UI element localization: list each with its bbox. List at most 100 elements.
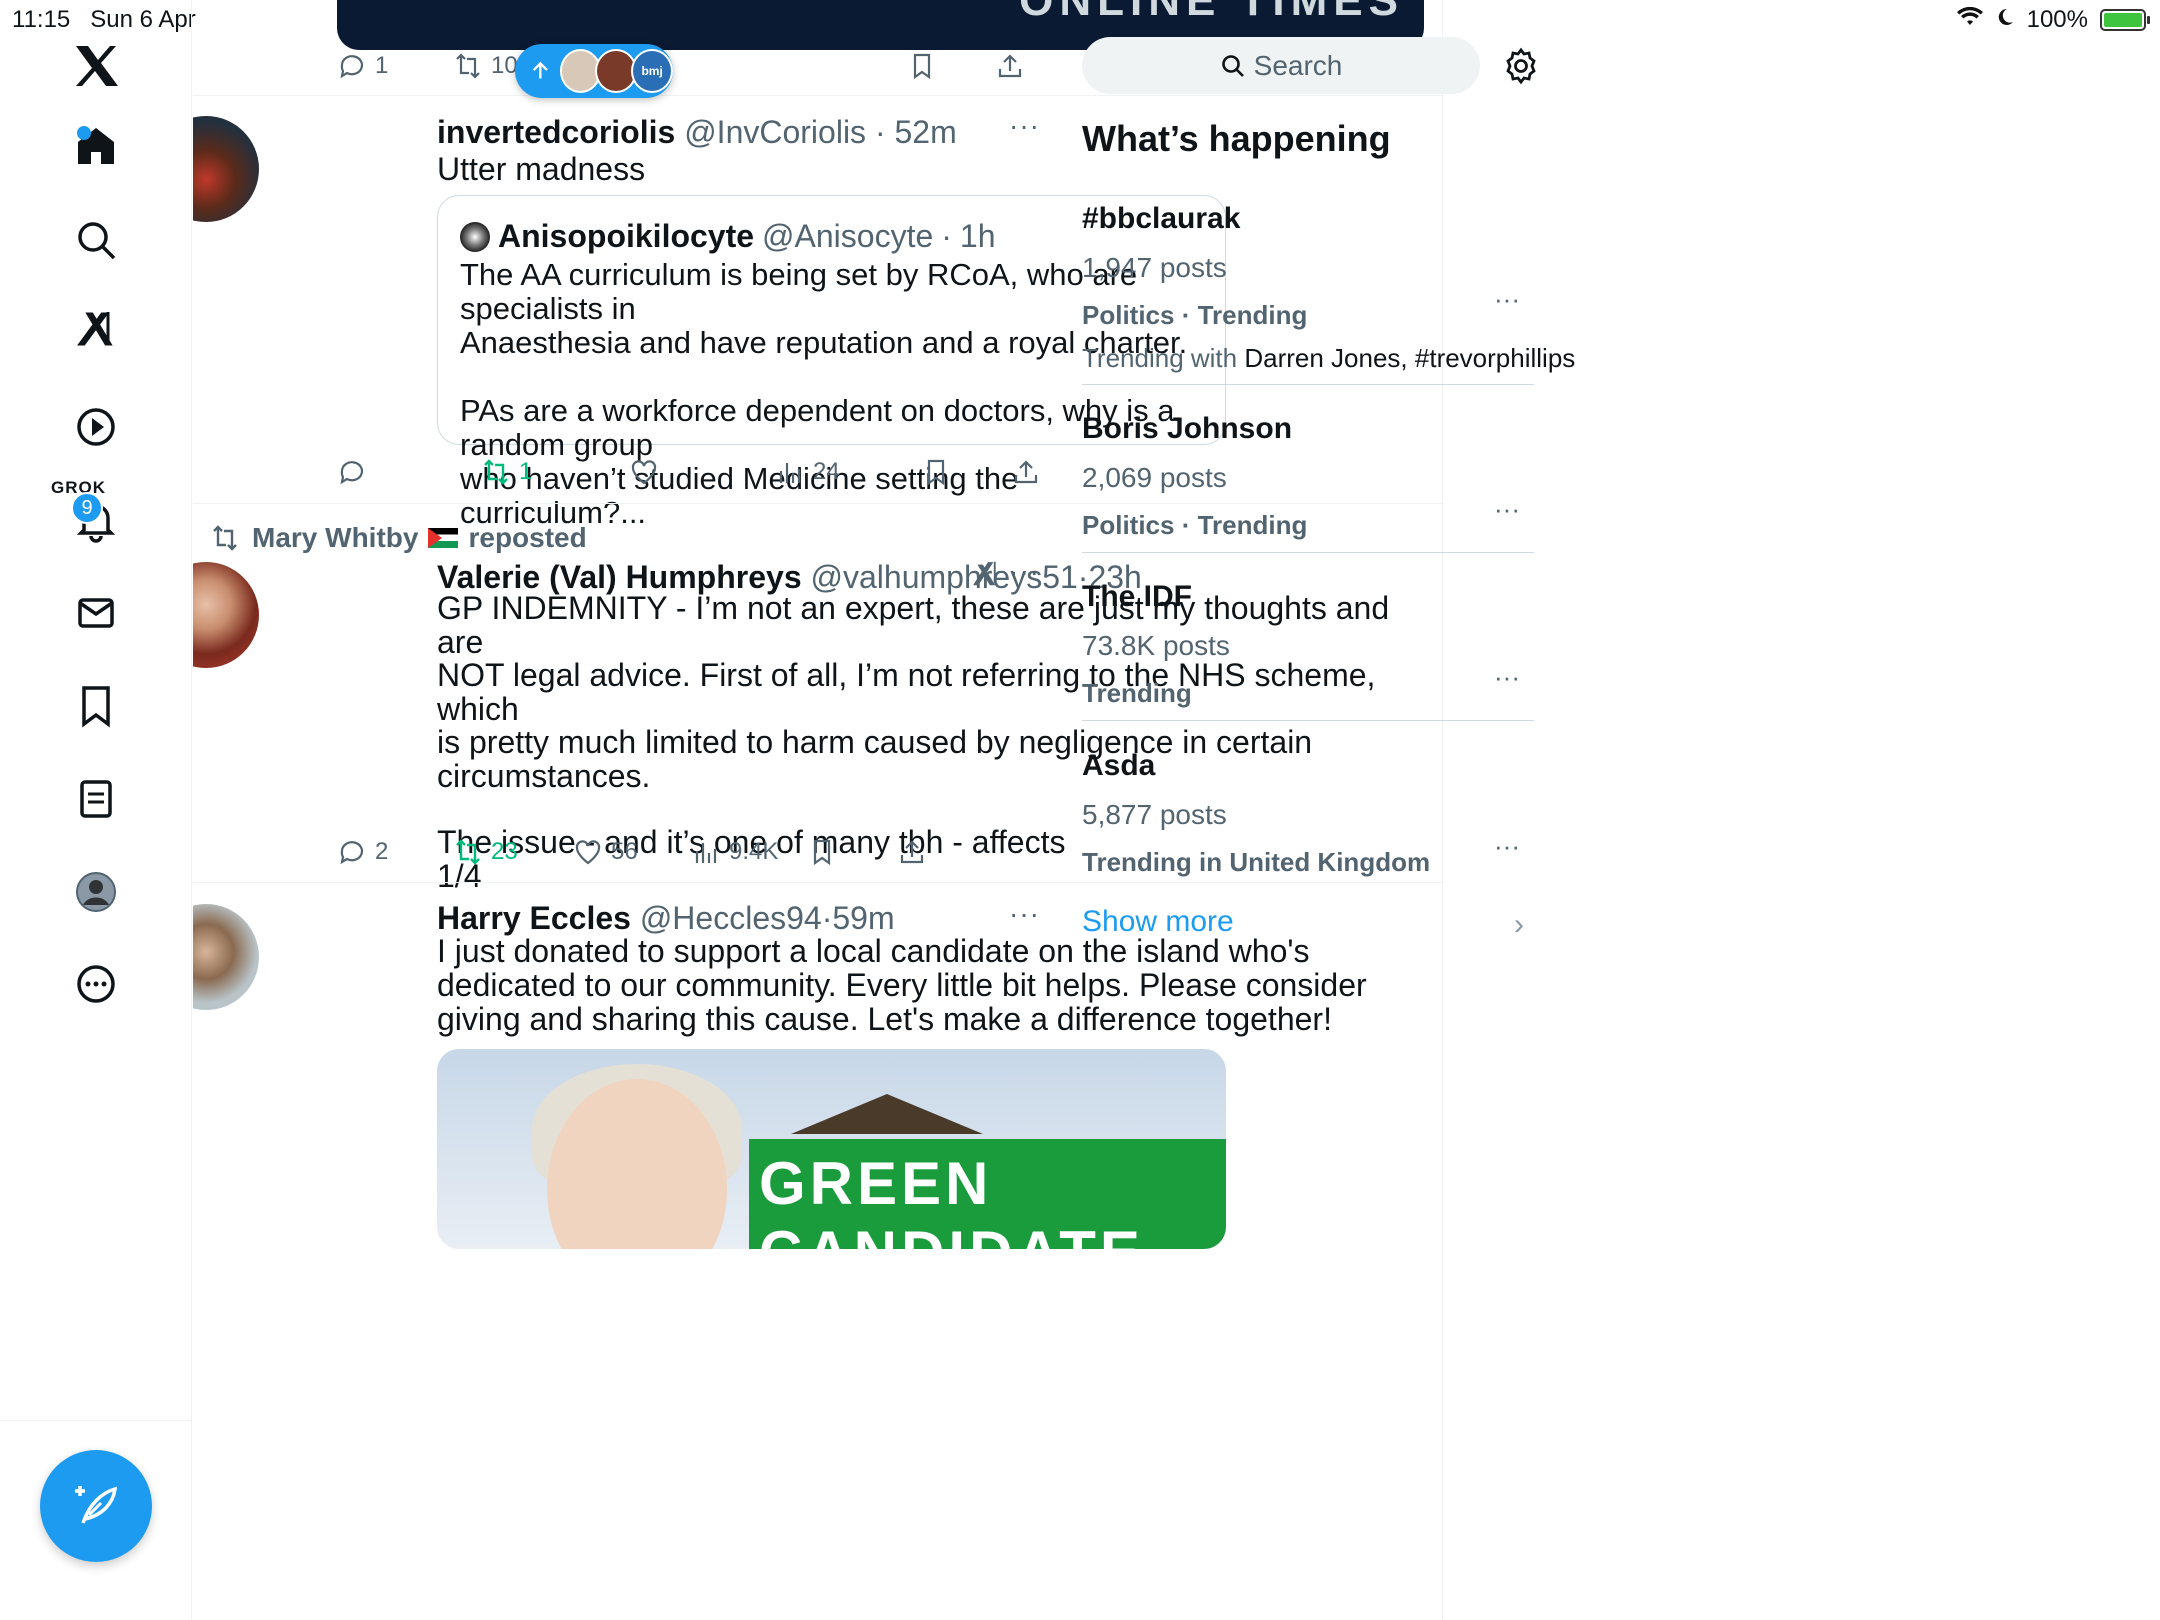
reply-button[interactable] — [337, 457, 367, 487]
trend-item[interactable]: #bbclaurak 1,947 posts Politics · Trendi… — [1082, 202, 1575, 374]
chevron-right-icon[interactable]: › — [1514, 908, 1524, 942]
like-button[interactable] — [629, 457, 659, 487]
trend-name: Asda — [1082, 749, 1156, 782]
bookmark-button[interactable] — [907, 51, 937, 81]
more-icon[interactable]: ··· — [1009, 110, 1040, 142]
search-icon — [1221, 54, 1244, 77]
battery-icon — [2100, 9, 2150, 31]
search-nav-icon[interactable] — [62, 206, 130, 274]
trend-name: #bbclaurak — [1082, 202, 1241, 235]
author-handle[interactable]: @InvCoriolis — [684, 114, 866, 150]
show-more-link[interactable]: Show more — [1082, 905, 1234, 939]
reply-button[interactable]: 1 — [337, 51, 388, 81]
author-handle[interactable]: @Heccles94 — [640, 900, 822, 936]
repost-button[interactable]: 10 — [453, 51, 518, 81]
repost-count: 23 — [491, 838, 518, 865]
feather-plus-icon — [75, 1486, 118, 1524]
compose-post-button[interactable] — [40, 1450, 152, 1562]
trend-divider — [1082, 552, 1534, 553]
grok-icon[interactable] — [62, 296, 130, 364]
bookmark-button[interactable] — [807, 837, 837, 867]
repost-icon — [456, 839, 480, 865]
home-icon[interactable] — [62, 112, 130, 180]
bookmark-button[interactable] — [921, 457, 951, 487]
trend-more-icon[interactable]: ··· — [1494, 831, 1520, 862]
heart-icon — [575, 840, 601, 865]
moon-icon — [1995, 6, 2015, 34]
more-icon[interactable]: ··· — [1009, 556, 1040, 588]
share-button[interactable] — [1011, 457, 1041, 487]
avatar[interactable] — [193, 562, 259, 668]
video-icon[interactable] — [62, 393, 130, 461]
profile-avatar-icon[interactable] — [62, 858, 130, 926]
arrow-up-icon — [532, 61, 548, 79]
reply-button[interactable]: 2 — [337, 837, 388, 867]
like-button[interactable]: 56 — [573, 837, 638, 867]
wifi-icon — [1956, 6, 1983, 34]
trend-item[interactable]: The IDF 73.8K posts Trending ··· — [1082, 580, 1534, 709]
media-roof — [791, 1094, 983, 1134]
views-button[interactable]: 9.4K — [691, 837, 778, 867]
media-banner: GREEN CANDIDATE — [749, 1139, 1226, 1249]
trend-more-icon[interactable]: ··· — [1494, 494, 1520, 525]
palestine-flag-icon — [428, 528, 459, 548]
trend-count: 2,069 posts — [1082, 462, 1227, 493]
post-divider — [193, 95, 1442, 96]
reply-icon — [340, 841, 364, 865]
left-nav: GROK 9 — [0, 0, 192, 1620]
views-count: 9.4K — [729, 838, 779, 865]
share-icon — [998, 54, 1022, 78]
avatar[interactable] — [193, 904, 259, 1010]
post-media-image[interactable]: GREEN CANDIDATE — [437, 1049, 1226, 1249]
analytics-icon — [779, 463, 801, 483]
share-button[interactable] — [995, 51, 1025, 81]
trend-more-icon[interactable]: ··· — [1494, 284, 1520, 315]
share-button[interactable] — [897, 837, 927, 867]
messages-icon[interactable] — [62, 579, 130, 647]
repost-button[interactable]: 23 — [453, 837, 518, 867]
repost-count: 10 — [491, 52, 518, 79]
more-icon[interactable]: ··· — [1009, 898, 1040, 930]
like-count: 56 — [611, 838, 638, 865]
analytics-icon — [695, 843, 717, 863]
home-notification-dot — [77, 126, 91, 140]
trend-category: Politics · Trending — [1082, 300, 1308, 330]
bookmarks-icon[interactable] — [62, 672, 130, 740]
reply-icon — [340, 55, 364, 79]
trend-name: The IDF — [1082, 580, 1192, 613]
author-name[interactable]: Harry Eccles — [437, 900, 631, 936]
share-icon — [900, 840, 924, 864]
more-options-icon[interactable] — [62, 950, 130, 1018]
search-input[interactable]: Search — [1082, 37, 1480, 94]
grok-explain-icon[interactable] — [971, 558, 1001, 593]
status-right: 100% — [1956, 6, 2150, 34]
lists-icon[interactable] — [62, 765, 130, 833]
bookmark-icon — [927, 459, 945, 486]
trend-item[interactable]: Asda 5,877 posts Trending in United King… — [1082, 749, 1534, 878]
author-name[interactable]: invertedcoriolis — [437, 114, 675, 150]
share-icon — [1014, 460, 1038, 484]
reposter-name: Mary Whitby — [252, 522, 419, 553]
trend-count: 73.8K posts — [1082, 630, 1230, 661]
views-button[interactable]: 24 — [775, 457, 840, 487]
trend-divider — [1082, 384, 1534, 385]
post-time[interactable]: 59m — [832, 900, 894, 936]
post-time[interactable]: 52m — [894, 114, 956, 150]
trend-item[interactable]: Boris Johnson 2,069 posts Politics · Tre… — [1082, 412, 1534, 541]
x-logo-icon[interactable] — [62, 32, 130, 100]
trend-count: 5,877 posts — [1082, 799, 1227, 830]
avatar[interactable] — [193, 116, 259, 222]
quote-time: 1h — [959, 218, 996, 254]
reply-count: 1 — [375, 52, 389, 79]
repost-count: 1 — [519, 458, 533, 485]
settings-gear-icon[interactable] — [1502, 47, 1540, 85]
repost-button[interactable]: 1 — [481, 457, 532, 487]
trend-name: Boris Johnson — [1082, 412, 1293, 445]
post-divider — [193, 882, 1442, 883]
new-posts-pill[interactable]: bmj — [515, 44, 674, 98]
repost-indicator[interactable]: Mary Whitby reposted — [208, 522, 587, 554]
whats-happening-title: What’s happening — [1082, 118, 1391, 159]
trend-category: Trending in United Kingdom — [1082, 847, 1431, 877]
post-text: I just donated to support a local candid… — [437, 933, 1367, 1037]
trend-more-icon[interactable]: ··· — [1494, 662, 1520, 693]
